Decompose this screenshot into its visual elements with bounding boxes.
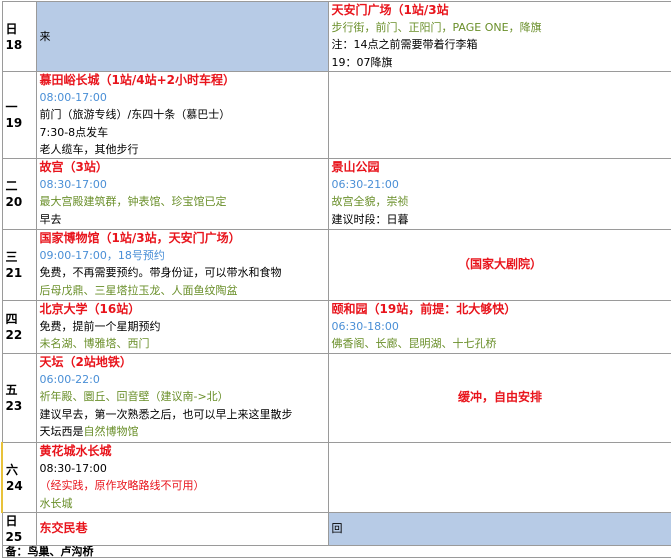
row-20: 二 20 故宫（3站） 08:30-17:00 最大宫殿建筑群，钟表馆、珍宝馆已… [1,158,671,230]
place-title: 黄花城水长城 [39,444,112,458]
place-highlights: 后母戊鼎、三星塔拉玉龙、人面鱼纹陶盆 [39,283,238,297]
weekday-label: 二 [5,179,18,193]
weekday-label: 五 [5,383,18,397]
date-label: 21 [5,266,23,280]
row-18: 日 18 来 天安门广场（1站/3站 步行街，前门、正阳门，PAGE ONE，降… [1,1,671,72]
cell-22-pm[interactable]: 颐和园（19站，前提：北大够快） 06:30-18:00 佛香阁、长廊、昆明湖、… [327,300,671,354]
info-line: 免费，提前一个星期预约 [39,320,161,334]
info-line: 前门（旅游专线）/东四十条（慕巴士） [39,108,231,122]
footer-note: 备：鸟巢、卢沟桥 [5,545,94,558]
cell-20-am[interactable]: 故宫（3站） 08:30-17:00 最大宫殿建筑群，钟表馆、珍宝馆已定 早去 [35,158,329,230]
note-line: 19：07降旗 [331,55,393,69]
free-time-label: 缓冲，自由安排 [457,390,542,405]
place-title: 天坛（2站地铁） [39,355,132,369]
place-title: 景山公园 [331,160,380,174]
cell-25-am[interactable]: 东交民巷 [35,512,329,546]
place-title: 故宫（3站） [39,160,108,174]
itinerary-sheet: 日 18 来 天安门广场（1站/3站 步行街，前门、正阳门，PAGE ONE，降… [0,0,671,558]
note-line: 早去 [39,212,62,226]
opening-hours: 08:30-17:00 [39,178,107,192]
cell-23-am[interactable]: 天坛（2站地铁） 06:00-22:0 祈年殿、圜丘、回音壁（建议南->北） 建… [35,353,329,443]
cell-21-am[interactable]: 国家博物馆（1站/3站，天安门广场） 09:00-17:00，18号预约 免费，… [35,229,329,301]
place-title: 北京大学（16站） [39,302,141,316]
cell-22-am[interactable]: 北京大学（16站） 免费，提前一个星期预约 未名湖、博雅塔、西门 [35,300,329,354]
opening-hours: 06:30-21:00 [331,178,399,192]
cell-24-am[interactable]: 黄花城水长城 08:30-17:00 （经实践，原作攻略路线不可用） 水长城 [35,442,329,513]
museum-name: 自然博物馆 [83,424,139,438]
opening-hours: 06:00-22:0 [39,373,100,387]
row-24: 六 24 黄花城水长城 08:30-17:00 （经实践，原作攻略路线不可用） … [1,442,671,513]
warning-note: （经实践，原作攻略路线不可用） [39,479,205,493]
place-title: 东交民巷 [39,521,88,536]
weekday-label: 日 [5,21,18,36]
date-label: 20 [5,195,23,209]
opening-hours: 06:30-18:00 [331,320,399,334]
place-highlights: 水长城 [39,496,73,510]
arrival-text: 来 [39,29,51,43]
day-cell-19[interactable]: 一 19 [1,71,37,159]
cell-21-pm[interactable]: （国家大剧院） [327,229,671,301]
note-line: 注：14点之前需要带着行李箱 [331,38,478,52]
info-line: 天坛西是自然博物馆 [40,423,326,440]
day-cell-23[interactable]: 五 23 [1,353,37,443]
place-title: 国家博物馆（1站/3站，天安门广场） [39,231,241,245]
cell-19-am[interactable]: 慕田峪长城（1站/4站+2小时车程） 08:00-17:00 前门（旅游专线）/… [35,71,329,159]
opening-hours: 08:30-17:00 [39,462,107,476]
date-label: 24 [6,478,23,493]
place-highlights: 未名湖、博雅塔、西门 [39,337,150,351]
day-cell-22[interactable]: 四 22 [1,300,37,354]
row-19: 一 19 慕田峪长城（1站/4站+2小时车程） 08:00-17:00 前门（旅… [1,71,671,159]
place-highlights: 故宫全貌，崇祯 [331,195,409,209]
day-cell-18[interactable]: 日 18 [1,1,37,72]
cell-20-pm[interactable]: 景山公园 06:30-21:00 故宫全貌，崇祯 建议时段：日暮 [327,158,671,230]
info-text: 天坛西是 [39,424,84,438]
weekday-label: 日 [5,514,18,528]
cell-23-pm[interactable]: 缓冲，自由安排 [327,353,671,443]
weekday-label: 三 [5,250,18,264]
date-label: 19 [5,116,23,130]
date-label: 25 [5,530,23,544]
weekday-label: 四 [5,312,18,326]
place-highlights: 步行街，前门、正阳门，PAGE ONE，降旗 [331,21,542,35]
place-title: （国家大剧院） [457,257,542,272]
footer-row: 备：鸟巢、卢沟桥 [1,545,671,558]
opening-hours: 09:00-17:00，18号预约 [39,249,165,263]
place-highlights: 最大宫殿建筑群，钟表馆、珍宝馆已定 [39,195,227,209]
row-25: 日 25 东交民巷 回 [1,512,671,546]
day-cell-21[interactable]: 三 21 [1,229,37,301]
cell-18-am[interactable]: 来 [35,1,329,72]
date-label: 23 [5,399,23,413]
opening-hours: 08:00-17:00 [39,91,107,105]
departure-text: 回 [331,522,343,536]
day-cell-25[interactable]: 日 25 [1,512,37,546]
cell-24-pm[interactable] [327,442,671,513]
cell-25-pm[interactable]: 回 [327,512,671,546]
note-line: 建议时段：日暮 [331,212,409,226]
date-label: 18 [5,37,23,52]
place-title: 颐和园（19站，前提：北大够快） [331,302,517,316]
cell-18-pm[interactable]: 天安门广场（1站/3站 步行街，前门、正阳门，PAGE ONE，降旗 注：14点… [327,1,671,72]
info-line: 老人缆车，其他步行 [39,142,139,156]
info-line: 建议早去，第一次熟悉之后，也可以早上来这里散步 [39,407,293,421]
weekday-label: 一 [5,100,18,114]
row-21: 三 21 国家博物馆（1站/3站，天安门广场） 09:00-17:00，18号预… [1,229,671,301]
weekday-label: 六 [6,462,19,477]
day-cell-20[interactable]: 二 20 [1,158,37,230]
row-23: 五 23 天坛（2站地铁） 06:00-22:0 祈年殿、圜丘、回音壁（建议南-… [1,353,671,443]
date-label: 22 [5,328,23,342]
itinerary-table: 日 18 来 天安门广场（1站/3站 步行街，前门、正阳门，PAGE ONE，降… [1,1,671,558]
row-22: 四 22 北京大学（16站） 免费，提前一个星期预约 未名湖、博雅塔、西门 颐和… [1,300,671,354]
cell-19-pm[interactable] [327,71,671,159]
place-highlights: 佛香阁、长廊、昆明湖、十七孔桥 [331,337,497,351]
place-title: 天安门广场（1站/3站 [331,3,449,17]
footer-cell[interactable]: 备：鸟巢、卢沟桥 [1,545,671,558]
place-title: 慕田峪长城（1站/4站+2小时车程） [39,73,236,87]
info-line: 免费，不再需要预约。带身份证，可以带水和食物 [39,266,282,280]
info-line: 7:30-8点发车 [39,125,109,139]
place-highlights: 祈年殿、圜丘、回音壁（建议南->北） [39,390,229,404]
day-cell-24[interactable]: 六 24 [1,442,37,513]
